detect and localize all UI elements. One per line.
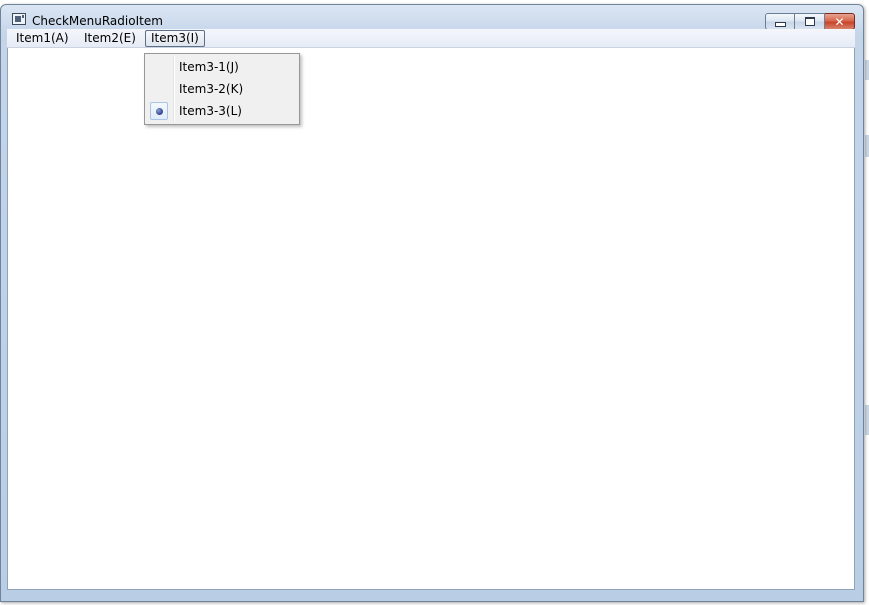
minimize-icon: [774, 22, 786, 27]
radio-dot-icon: [155, 107, 163, 115]
menu-item3-3[interactable]: Item3-3(L): [147, 100, 297, 122]
item3-dropdown-menu: Item3-1(J) Item3-2(K) Item3-3(L): [144, 53, 300, 125]
maximize-icon: [804, 17, 815, 26]
menu-item-label: Item3-1(J): [179, 60, 239, 74]
background-window-edge: [865, 60, 869, 80]
client-area: [7, 48, 855, 590]
menu-item-label: Item3-3(L): [179, 104, 242, 118]
close-icon: ✕: [834, 14, 845, 29]
background-window-edge: [865, 405, 869, 435]
minimize-button[interactable]: [765, 13, 795, 30]
radio-check-mark: [150, 102, 168, 120]
app-window-icon[interactable]: [12, 13, 26, 25]
menu-item3-1[interactable]: Item3-1(J): [147, 56, 297, 78]
menu-item3[interactable]: Item3(I): [145, 30, 205, 47]
menu-item2[interactable]: Item2(E): [78, 30, 142, 47]
menu-bar: Item1(A) Item2(E) Item3(I): [7, 29, 855, 48]
close-button[interactable]: ✕: [825, 13, 855, 30]
maximize-button[interactable]: [795, 13, 825, 30]
menu-item-label: Item3-2(K): [179, 82, 244, 96]
menu-item3-2[interactable]: Item3-2(K): [147, 78, 297, 100]
window-title: CheckMenuRadioItem: [32, 14, 163, 28]
menu-item1[interactable]: Item1(A): [10, 30, 75, 47]
background-window-edge: [865, 135, 869, 157]
